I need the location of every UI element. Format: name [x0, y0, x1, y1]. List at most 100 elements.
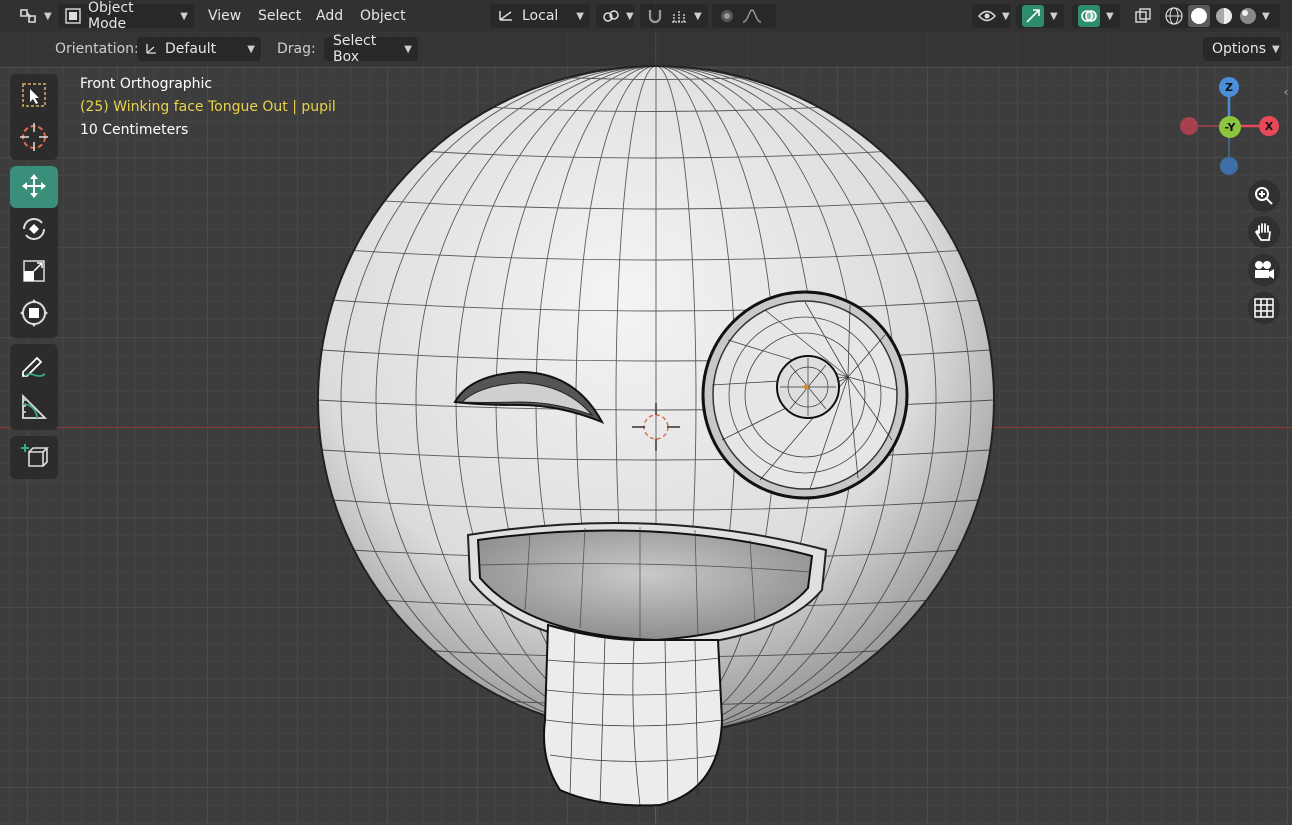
scale-icon: [23, 260, 45, 282]
overlays-toggle-group[interactable]: ▼: [1072, 4, 1120, 28]
toolbar-transform-group: [10, 166, 58, 338]
chevron-down-icon: ▼: [626, 10, 634, 22]
mode-dropdown[interactable]: Object Mode ▼: [58, 0, 194, 32]
chevron-down-icon: ▼: [44, 10, 52, 22]
scale-tool[interactable]: [10, 250, 58, 292]
menu-select-label: Select: [258, 8, 302, 24]
gizmo-toggle-group[interactable]: ▼: [1016, 4, 1064, 28]
chevron-down-icon: ▼: [1272, 43, 1280, 55]
tool-settings-bar: Orientation: Default ▼ Drag: Select Box …: [0, 32, 1292, 66]
chevron-down-icon: ▼: [1106, 10, 1114, 22]
toolbar-add-group: [10, 436, 58, 479]
chevron-down-icon: ▼: [1262, 10, 1270, 22]
proportional-edit-icon: [718, 7, 736, 25]
cursor-icon: [20, 123, 48, 151]
chevron-down-icon: ▼: [404, 43, 412, 55]
zoom-magnifier-icon: [1255, 187, 1273, 205]
move-tool[interactable]: [10, 166, 58, 208]
select-box-tool[interactable]: [10, 74, 58, 116]
snap-magnet-icon: [646, 7, 664, 25]
xray-icon: [1134, 7, 1152, 25]
drag-value: Select Box: [333, 33, 377, 65]
eye-icon: [978, 9, 996, 23]
menu-select[interactable]: Select: [252, 4, 307, 28]
gizmo-neg-y-axis[interactable]: -Y: [1219, 116, 1241, 138]
transform-icon: [20, 299, 48, 327]
snap-increment-icon: [670, 8, 688, 24]
orientation-gizmo-icon: [496, 8, 516, 24]
chevron-down-icon: ▼: [694, 10, 702, 22]
menu-object[interactable]: Object: [354, 4, 412, 28]
orientation-label: Orientation:: [55, 41, 139, 57]
object-info: (25) Winking face Tongue Out | pupil: [80, 99, 336, 115]
proportional-editing-group[interactable]: [712, 4, 776, 28]
move-icon: [22, 174, 46, 198]
material-preview-icon[interactable]: [1214, 6, 1234, 26]
options-label: Options: [1212, 41, 1267, 57]
transform-space-label: Local: [522, 8, 559, 24]
falloff-curve-icon: [742, 8, 762, 24]
pivot-link-icon: [602, 8, 620, 24]
rendered-shading-icon[interactable]: [1238, 6, 1258, 26]
editor-type-icon: [18, 7, 38, 25]
drag-label: Drag:: [277, 41, 316, 57]
view-name: Front Orthographic: [80, 76, 213, 92]
chevron-down-icon: ▼: [576, 10, 584, 22]
pan-button[interactable]: [1248, 216, 1280, 248]
pivot-point-dropdown[interactable]: ▼: [596, 4, 634, 28]
drag-dropdown[interactable]: Select Box ▼: [324, 33, 418, 65]
annotate-pencil-icon: [22, 356, 46, 377]
annotate-tool[interactable]: [10, 344, 58, 386]
shading-mode-group[interactable]: ▼: [1160, 4, 1280, 28]
gizmo-z-axis[interactable]: Z: [1219, 77, 1239, 97]
orientation-axes-icon: [143, 41, 159, 57]
gizmo-z-label: Z: [1225, 80, 1233, 94]
emoji-mesh-model[interactable]: [0, 0, 1292, 825]
toolbar-annotate-group: [10, 344, 58, 430]
menu-view[interactable]: View: [202, 4, 247, 28]
chevron-down-icon: ▼: [180, 10, 188, 22]
camera-view-button[interactable]: [1248, 254, 1280, 286]
gizmo-x-label: X: [1264, 119, 1274, 133]
mode-label: Object Mode: [88, 0, 134, 32]
overlays-icon: [1078, 5, 1100, 27]
chevron-down-icon: ▼: [1050, 10, 1058, 22]
editor-type-button[interactable]: ▼: [12, 4, 52, 28]
grid-icon: [1254, 298, 1274, 318]
ortho-toggle-button[interactable]: [1248, 292, 1280, 324]
hand-icon: [1254, 223, 1271, 241]
gizmo-y-label: -Y: [1224, 120, 1236, 134]
orientation-dropdown[interactable]: Default ▼: [137, 37, 261, 61]
gizmo-icon: [1022, 5, 1044, 27]
menu-add[interactable]: Add: [310, 4, 349, 28]
menu-object-label: Object: [360, 8, 406, 24]
add-cube-icon: [21, 444, 49, 467]
cursor-tool[interactable]: [10, 116, 58, 158]
select-box-icon: [22, 83, 46, 107]
xray-toggle[interactable]: [1128, 4, 1156, 28]
viewport-header: ▼ Object Mode ▼ View Select Add Object L…: [0, 0, 1292, 32]
snap-group[interactable]: ▼: [640, 4, 708, 28]
gizmo-x-axis[interactable]: X: [1259, 116, 1279, 136]
rotate-tool[interactable]: [10, 208, 58, 250]
sidebar-collapse-icon[interactable]: ‹: [1280, 84, 1292, 100]
chevron-down-icon: ▼: [1002, 10, 1010, 22]
toolbar-select-group: [10, 74, 58, 160]
zoom-button[interactable]: [1248, 180, 1280, 212]
measure-ruler-icon: [22, 393, 48, 419]
camera-icon: [1255, 261, 1274, 279]
solid-shading-icon[interactable]: [1188, 5, 1210, 27]
transform-tool[interactable]: [10, 292, 58, 334]
add-cube-tool[interactable]: [10, 436, 58, 478]
measure-tool[interactable]: [10, 386, 58, 428]
options-dropdown[interactable]: Options ▼: [1203, 37, 1281, 61]
menu-view-label: View: [208, 8, 242, 24]
3d-viewport[interactable]: [0, 0, 1292, 825]
grid-scale: 10 Centimeters: [80, 122, 189, 138]
menu-add-label: Add: [316, 8, 344, 24]
orientation-value: Default: [165, 41, 217, 57]
visibility-dropdown[interactable]: ▼: [972, 4, 1010, 28]
wireframe-shading-icon[interactable]: [1164, 6, 1184, 26]
transform-orientation-dropdown[interactable]: Local ▼: [490, 4, 590, 28]
object-mode-icon: [64, 7, 82, 25]
